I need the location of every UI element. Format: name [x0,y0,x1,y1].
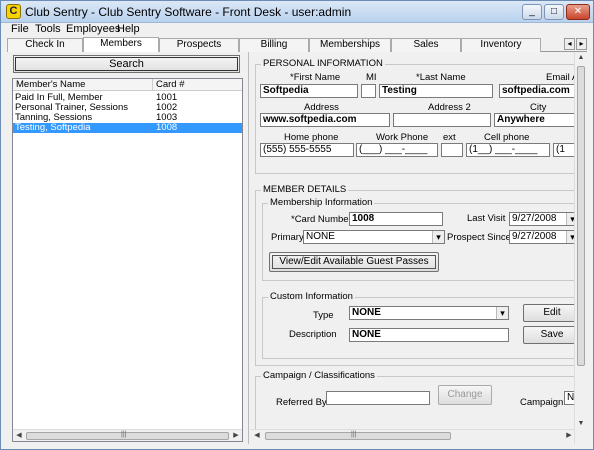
member-list-header: Member's Name Card # [13,79,242,91]
member-detail-panel: PERSONAL INFORMATION *First Name MI *Las… [248,52,587,444]
type-select[interactable]: NONE [349,306,509,320]
last-visit-date-picker[interactable]: 9/27/2008 [509,212,579,226]
last-visit-label: Last Visit [467,213,506,224]
close-button[interactable]: ✕ [566,4,590,20]
column-member-name[interactable]: Member's Name [13,79,153,91]
scroll-left-icon[interactable]: ◀ [13,430,25,441]
prospect-since-label: Prospect Since [447,232,511,243]
tab-inventory[interactable]: Inventory [461,38,541,52]
work-phone-label: Work Phone [376,132,429,143]
referred-by-label: Referred By [276,397,327,408]
address-label: Address [304,102,339,113]
edit-button[interactable]: Edit [523,304,581,322]
scroll-thumb[interactable] [577,66,585,366]
tab-memberships[interactable]: Memberships [309,38,391,52]
work-phone-field[interactable]: (___) ___-____ [356,143,438,157]
tab-scroll-left-icon[interactable]: ◂ [564,38,575,50]
detail-hscrollbar[interactable]: ◀ ||| ▶ [251,429,575,441]
description-label: Description [289,329,337,340]
menu-help[interactable]: Help [117,23,140,35]
address2-label: Address 2 [428,102,471,113]
app-logo-icon: C [6,4,21,19]
home-phone-label: Home phone [284,132,339,143]
scroll-grip-icon: ||| [351,431,357,438]
window-title: Club Sentry - Club Sentry Software - Fro… [25,5,352,19]
scroll-up-icon[interactable]: ▲ [575,52,587,64]
mi-label: MI [366,72,377,83]
member-details-group: MEMBER DETAILS Membership Information *C… [255,184,586,366]
menu-file[interactable]: File [11,23,29,35]
member-card: 1008 [156,122,178,133]
last-name-field[interactable]: Testing [379,84,493,98]
ext-label: ext [443,132,456,143]
address2-field[interactable] [393,113,491,127]
last-name-label: *Last Name [416,72,466,83]
column-card-number[interactable]: Card # [153,79,242,91]
home-phone-field[interactable]: (555) 555-5555 [260,143,354,157]
cell-phone-field[interactable]: (1__) ___-____ [466,143,550,157]
maximize-button[interactable]: □ [544,4,564,20]
prospect-since-date-picker[interactable]: 9/27/2008 [509,230,579,244]
custom-info-title: Custom Information [268,291,355,303]
scroll-grip-icon: ||| [121,431,127,438]
primary-select[interactable]: NONE [303,230,445,244]
personal-info-group: PERSONAL INFORMATION *First Name MI *Las… [255,58,586,174]
title-bar[interactable]: C Club Sentry - Club Sentry Software - F… [1,1,593,23]
app-window: C Club Sentry - Club Sentry Software - F… [0,0,594,450]
cell-phone-label: Cell phone [484,132,530,143]
member-list[interactable]: Member's Name Card # Paid In Full, Membe… [12,78,243,442]
list-item-selected[interactable]: Testing, Softpedia 1008 [13,123,242,133]
menu-employees[interactable]: Employees [66,23,120,35]
campaign-group: Campaign / Classifications Referred By C… [255,370,586,434]
change-button[interactable]: Change [438,385,492,405]
type-label: Type [313,310,334,321]
search-button[interactable]: Search [13,55,240,73]
email-field[interactable]: softpedia.com [499,84,586,98]
minimize-button[interactable]: _ [522,4,542,20]
guest-passes-button[interactable]: View/Edit Available Guest Passes [269,252,439,272]
first-name-field[interactable]: Softpedia [260,84,358,98]
scroll-thumb[interactable] [265,432,451,440]
tab-billing[interactable]: Billing [239,38,309,52]
member-name: Testing, Softpedia [15,122,91,133]
card-number-label: *Card Number [291,214,352,225]
personal-info-title: PERSONAL INFORMATION [261,58,385,70]
membership-info-group: Membership Information *Card Number 1008… [262,197,586,281]
custom-info-group: Custom Information Type NONE Edit Descri… [262,291,586,359]
tab-prospects[interactable]: Prospects [159,38,239,52]
card-number-field[interactable]: 1008 [349,212,443,226]
mi-field[interactable] [361,84,376,98]
city-field[interactable]: Anywhere [494,113,586,127]
tab-sales[interactable]: Sales [391,38,461,52]
ext-field[interactable] [441,143,463,157]
member-list-hscrollbar[interactable]: ◀ ||| ▶ [13,429,242,441]
first-name-label: *First Name [290,72,341,83]
campaign-title: Campaign / Classifications [261,370,377,382]
scroll-left-icon[interactable]: ◀ [251,430,263,441]
city-label: City [530,102,547,113]
detail-vscrollbar[interactable]: ▲ ▼ [574,52,587,444]
save-button[interactable]: Save [523,326,581,344]
referred-by-field[interactable] [326,391,430,405]
member-details-title: MEMBER DETAILS [261,184,349,196]
main-tabs: Check In Members Prospects Billing Membe… [7,37,587,52]
primary-label: Primary [271,232,304,243]
member-list-panel: Search Member's Name Card # Paid In Full… [9,52,245,444]
tab-members[interactable]: Members [83,37,159,52]
description-field[interactable]: NONE [349,328,509,342]
scroll-down-icon[interactable]: ▼ [575,418,587,430]
campaign-label: Campaign [520,397,564,408]
address-field[interactable]: www.softpedia.com [260,113,390,127]
tab-check-in[interactable]: Check In [7,38,83,52]
menu-tools[interactable]: Tools [35,23,61,35]
membership-info-title: Membership Information [268,197,375,209]
scroll-thumb[interactable] [26,432,229,440]
tab-scroll-right-icon[interactable]: ▸ [576,38,587,50]
scroll-right-icon[interactable]: ▶ [230,430,242,441]
menu-bar: File Tools Employees Help [1,23,593,37]
